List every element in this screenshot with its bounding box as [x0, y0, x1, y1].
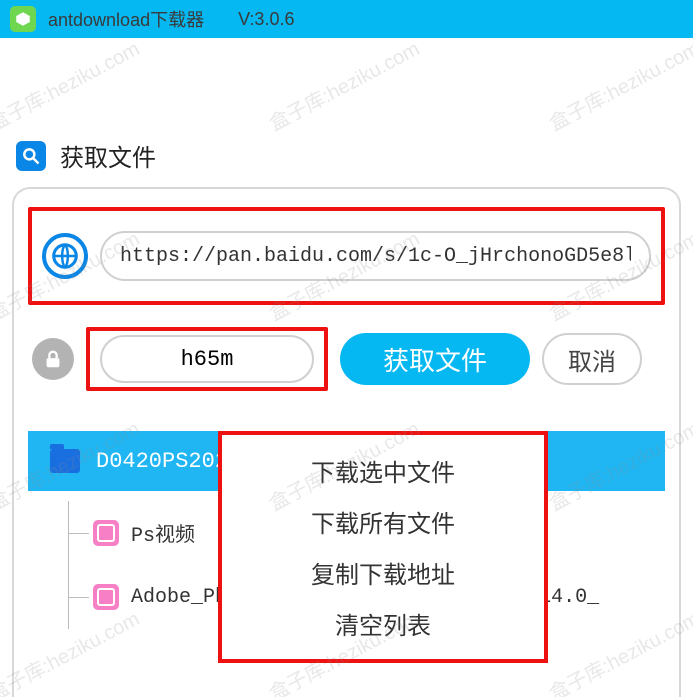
section-title: 获取文件 [60, 138, 156, 173]
file-name: Ps视频 [131, 518, 195, 548]
main-panel: 获取文件 取消 D0420PS2022 Ps视频 Adobe_Photoshop… [12, 187, 681, 697]
search-icon [16, 141, 46, 171]
ctx-download-selected[interactable]: 下载选中文件 [222, 445, 544, 496]
package-icon [93, 520, 119, 546]
folder-icon [50, 449, 80, 473]
url-input[interactable] [100, 231, 651, 281]
globe-icon [42, 233, 88, 279]
package-icon [93, 584, 119, 610]
ctx-download-all[interactable]: 下载所有文件 [222, 496, 544, 547]
ctx-copy-url[interactable]: 复制下载地址 [222, 547, 544, 598]
context-menu: 下载选中文件 下载所有文件 复制下载地址 清空列表 [218, 431, 548, 663]
title-bar: antdownload下载器 V:3.0.6 [0, 0, 693, 38]
ctx-clear-list[interactable]: 清空列表 [222, 598, 544, 649]
file-area: D0420PS2022 Ps视频 Adobe_Photoshop_2022_23… [28, 431, 665, 629]
app-title: antdownload下载器 [48, 6, 204, 32]
code-input[interactable] [100, 335, 314, 383]
section-header: 获取文件 [0, 138, 693, 173]
cancel-button[interactable]: 取消 [542, 333, 642, 385]
app-version: V:3.0.6 [238, 9, 294, 30]
fetch-button[interactable]: 获取文件 [340, 333, 530, 385]
controls-row: 获取文件 取消 [28, 327, 665, 391]
code-highlight [86, 327, 328, 391]
url-row [28, 207, 665, 305]
app-icon [10, 6, 36, 32]
lock-icon [32, 338, 74, 380]
